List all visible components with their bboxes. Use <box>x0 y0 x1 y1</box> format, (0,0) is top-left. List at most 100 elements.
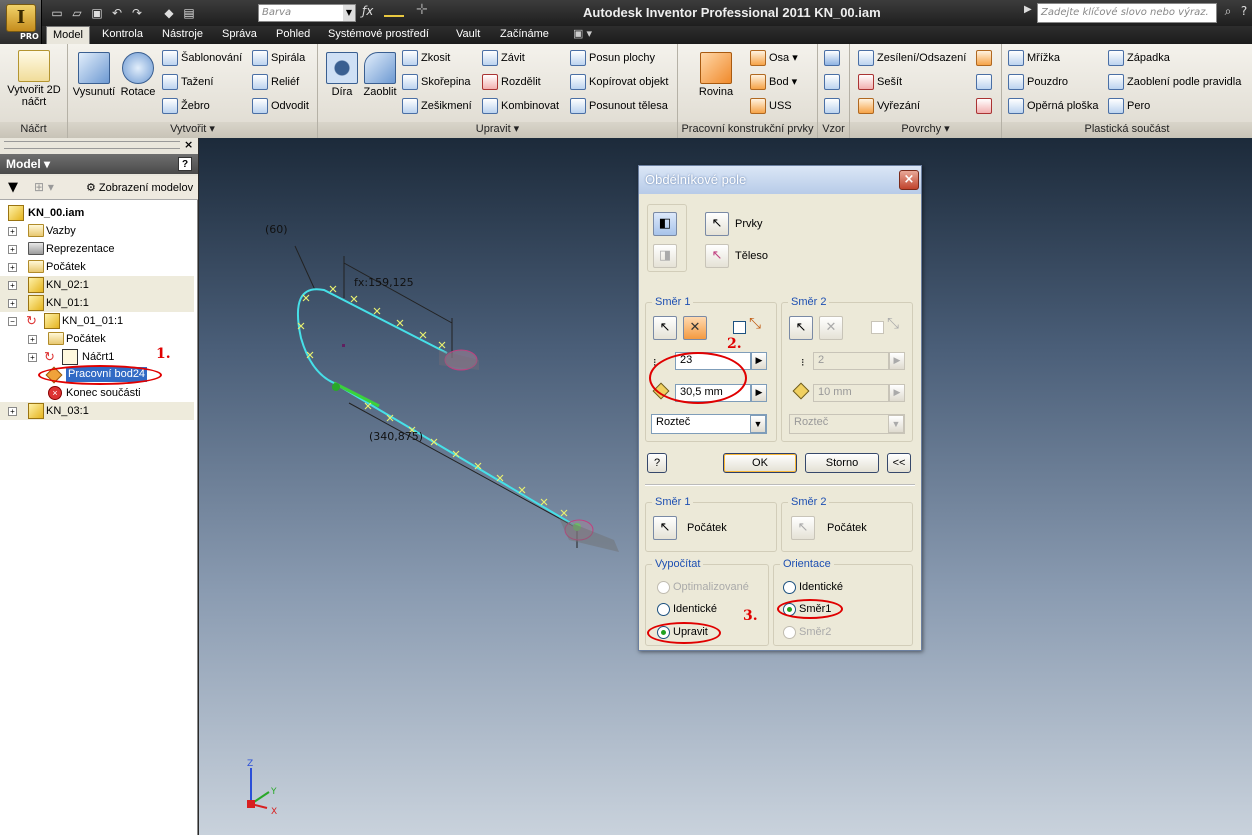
compute-identical-radio[interactable]: Identické <box>657 601 717 617</box>
expand-icon[interactable]: + <box>8 281 17 290</box>
start-point[interactable] <box>332 383 340 391</box>
dir2-count-input[interactable]: 2 <box>813 352 889 370</box>
update-icon[interactable]: ▤ <box>180 4 198 22</box>
tree-item-kn-03[interactable]: + KN_03:1 <box>0 402 194 420</box>
point-button[interactable]: Bod ▾ <box>750 72 797 92</box>
thread-button[interactable]: Závit <box>482 48 525 68</box>
move-bodies-button[interactable]: Posunout tělesa <box>570 96 668 116</box>
dir2-midplane-checkbox[interactable] <box>871 321 884 334</box>
chevron-down-icon[interactable]: ▼ <box>750 415 766 433</box>
ucs-button[interactable]: USS <box>750 96 792 116</box>
hole-button[interactable]: Díra <box>324 52 360 98</box>
expand-icon[interactable]: + <box>8 263 17 272</box>
model-view-button[interactable]: ⚙ Zobrazení modelov <box>86 181 193 194</box>
rule-fillet-button[interactable]: Zaoblení podle pravidla <box>1108 72 1241 92</box>
body-select-button[interactable]: ↖ <box>705 244 729 268</box>
axis-button[interactable]: Osa ▾ <box>750 48 798 68</box>
ok-button[interactable]: OK <box>723 453 797 473</box>
open-icon[interactable]: ▱ <box>68 4 86 22</box>
tree-item-kn-01-01[interactable]: − ↻ KN_01_01:1 <box>0 312 194 330</box>
chamfer-button[interactable]: Zkosit <box>402 48 450 68</box>
cancel-button[interactable]: Storno <box>805 453 879 473</box>
color-combo[interactable]: Barva ▼ <box>258 4 356 22</box>
pattern-solid-mode-button[interactable]: ◨ <box>653 244 677 268</box>
lip-button[interactable]: Pero <box>1108 96 1150 116</box>
new-icon[interactable]: ▭ <box>48 4 66 22</box>
fillet-button[interactable]: Zaoblit <box>360 52 400 98</box>
sculpt-button[interactable]: Vyřezání <box>858 96 920 116</box>
redo-icon[interactable]: ↷ <box>128 4 146 22</box>
search-arrow-icon[interactable]: ▶ <box>1024 4 1032 15</box>
help-button[interactable]: ? <box>647 453 667 473</box>
expand-icon[interactable]: + <box>28 335 37 344</box>
tree-item-pocatek[interactable]: + Počátek <box>0 258 194 276</box>
panel-create-label[interactable]: Vytvořit ▾ <box>68 122 317 138</box>
mirror-button[interactable] <box>824 96 840 116</box>
expand-icon[interactable]: + <box>8 299 17 308</box>
part-kn-02[interactable] <box>439 349 479 371</box>
app-menu-button[interactable]: I PRO <box>0 0 42 44</box>
chevron-down-icon[interactable]: ▼ <box>888 415 904 433</box>
sweep-path[interactable] <box>296 288 580 529</box>
expand-icon[interactable]: + <box>8 227 17 236</box>
collapse-icon[interactable]: − <box>8 317 17 326</box>
delete-face-button[interactable] <box>976 96 992 116</box>
dimension-fx[interactable]: fx:159,125 <box>354 276 414 289</box>
tab-systemove-prostredi[interactable]: Systémové prostředí <box>322 26 435 44</box>
orientation-direction-2-radio[interactable]: Směr2 <box>783 624 831 640</box>
save-icon[interactable]: ▣ <box>88 4 106 22</box>
tree-icon[interactable]: ⊞ ▾ <box>34 180 54 194</box>
circular-pattern-button[interactable] <box>824 72 840 92</box>
close-icon[interactable]: × <box>184 138 193 151</box>
copy-object-button[interactable]: Kopírovat objekt <box>570 72 669 92</box>
dir2-distance-input[interactable]: 10 mm <box>813 384 889 402</box>
extrude-button[interactable]: Vysunutí <box>72 52 116 98</box>
tab-model[interactable]: Model <box>46 26 90 44</box>
loft-button[interactable]: Šablonování <box>162 48 242 68</box>
dimension-angle[interactable]: (60) <box>265 223 288 236</box>
crosshair-icon[interactable]: ✛ <box>416 2 428 18</box>
start-2-select-button[interactable]: ↖ <box>791 516 815 540</box>
part-kn-03[interactable] <box>559 518 619 552</box>
browser-title[interactable]: Model ▾ ? <box>0 154 198 174</box>
grill-button[interactable]: Mřížka <box>1008 48 1060 68</box>
stitch-button[interactable]: Sešít <box>858 72 902 92</box>
rest-button[interactable]: Opěrná ploška <box>1008 96 1099 116</box>
dir1-path-select-button[interactable]: ↖ <box>653 316 677 340</box>
dir1-count-arrow[interactable]: ▶ <box>751 352 767 370</box>
tab-vault[interactable]: Vault <box>450 26 486 44</box>
tree-item-konec-soucasti[interactable]: × Konec součásti <box>0 384 194 402</box>
tab-pohled[interactable]: Pohled <box>270 26 316 44</box>
revolve-button[interactable]: Rotace <box>118 52 158 98</box>
coil-button[interactable]: Spirála <box>252 48 305 68</box>
dir1-flip-button[interactable]: ✕ <box>683 316 707 340</box>
help-icon[interactable]: ? <box>178 157 192 171</box>
trim-button[interactable] <box>976 72 992 92</box>
pattern-features-mode-button[interactable]: ◧ <box>653 212 677 236</box>
orientation-identical-radio[interactable]: Identické <box>783 579 843 595</box>
dir2-path-select-button[interactable]: ↖ <box>789 316 813 340</box>
tab-kontrola[interactable]: Kontrola <box>96 26 149 44</box>
dialog-close-button[interactable]: × <box>899 170 919 190</box>
combine-button[interactable]: Kombinovat <box>482 96 559 116</box>
tree-item-kn-01[interactable]: + KN_01:1 <box>0 294 194 312</box>
create-2d-sketch-button[interactable]: Vytvořit 2D náčrt <box>6 50 62 108</box>
dir2-method-select[interactable]: Rozteč ▼ <box>789 414 905 434</box>
browser-grip[interactable] <box>4 141 180 149</box>
panel-modify-label[interactable]: Upravit ▾ <box>318 122 677 138</box>
plane-button[interactable]: Rovina <box>684 52 748 98</box>
snap-fit-button[interactable]: Západka <box>1108 48 1170 68</box>
panel-surface-label[interactable]: Povrchy ▾ <box>850 122 1001 138</box>
material-icon[interactable]: ◆ <box>160 4 178 22</box>
help-icon[interactable]: ? <box>1236 4 1252 22</box>
expand-icon[interactable]: + <box>8 407 17 416</box>
dir1-method-select[interactable]: Rozteč ▼ <box>651 414 767 434</box>
more-less-button[interactable]: << <box>887 453 911 473</box>
expand-icon[interactable]: + <box>28 353 37 362</box>
chevron-down-icon[interactable]: ▼ <box>343 5 355 21</box>
boss-button[interactable]: Pouzdro <box>1008 72 1068 92</box>
search-input[interactable]: Zadejte klíčové slovo nebo výraz. <box>1037 3 1217 23</box>
rib-button[interactable]: Žebro <box>162 96 210 116</box>
move-face-button[interactable]: Posun plochy <box>570 48 655 68</box>
split-button[interactable]: Rozdělit <box>482 72 541 92</box>
